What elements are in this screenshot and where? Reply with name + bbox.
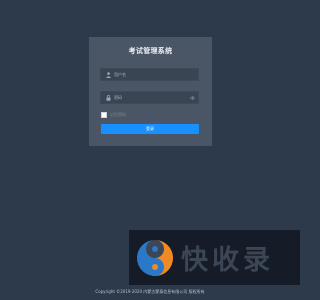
yin-yang-logo [137,239,173,276]
user-icon [103,69,113,80]
copyright-footer: Copyright ©2019-2020 内蒙古蒙泰信息有限公司 版权所有 [95,289,205,294]
username-input[interactable] [113,69,198,80]
password-field[interactable] [100,91,199,104]
remember-checkbox[interactable] [101,112,107,118]
watermark-text: 快收录 [181,245,274,276]
login-button[interactable]: 登录 [101,124,199,134]
lock-icon [103,92,113,103]
watermark: 快收录 [129,230,300,285]
eye-icon[interactable] [188,92,196,103]
username-field[interactable] [100,68,199,81]
password-input[interactable] [113,92,188,103]
remember-password[interactable]: 记住密码 [101,112,126,118]
remember-label: 记住密码 [110,112,126,117]
login-title: 考试管理系统 [128,47,173,55]
